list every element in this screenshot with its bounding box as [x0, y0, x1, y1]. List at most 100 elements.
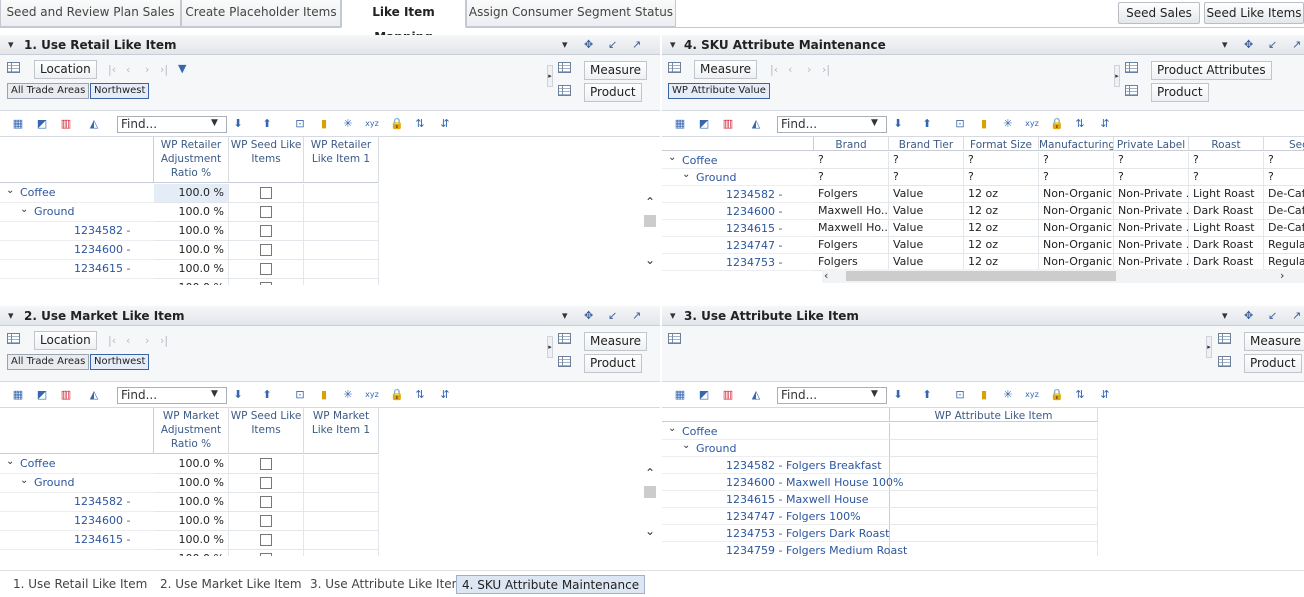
first-page-icon[interactable]: |‹	[108, 334, 116, 347]
sort-icon[interactable]: ⇵	[437, 117, 453, 131]
column-header[interactable]: WP Market Like Item 1	[304, 408, 379, 454]
find-down-icon[interactable]: ⬇	[230, 388, 246, 402]
attribute-cell[interactable]: Maxwell Ho...	[814, 203, 889, 220]
attribute-cell[interactable]: Non-Organic	[1039, 186, 1114, 203]
seed-like-checkbox-cell[interactable]	[229, 222, 304, 241]
splitter-handle[interactable]: ▸	[547, 65, 553, 87]
swap-icon[interactable]: ⇅	[412, 388, 428, 402]
column-header[interactable]: WP Seed Like Items	[229, 137, 304, 183]
attribute-cell[interactable]: ?	[1264, 152, 1304, 169]
find-up-icon[interactable]: ⬆	[259, 388, 275, 402]
find-down-icon[interactable]: ⬇	[230, 117, 246, 131]
column-header[interactable]: Private Label	[1114, 137, 1189, 151]
lock-icon[interactable]: 🔒	[389, 117, 405, 131]
next-icon[interactable]: ›	[807, 63, 811, 76]
swap-icon[interactable]: ⇅	[1072, 117, 1088, 131]
checkbox[interactable]	[260, 244, 272, 256]
column-header[interactable]: WP Retailer Like Item 1	[304, 137, 379, 183]
expand-icon[interactable]: ⌄	[668, 152, 676, 163]
like-item-cell[interactable]	[304, 512, 379, 531]
move-icon[interactable]: ✥	[584, 38, 593, 51]
attribute-cell[interactable]: Non-Organic	[1039, 220, 1114, 237]
like-item-cell[interactable]	[304, 493, 379, 512]
column-header[interactable]: Brand	[814, 137, 889, 151]
collapse-icon[interactable]: ▾	[8, 38, 14, 51]
row-label[interactable]: 1234615 -	[662, 220, 814, 237]
column-header[interactable]: Format Size	[964, 137, 1039, 151]
format-icon[interactable]: xyz	[1024, 388, 1040, 402]
lock-icon[interactable]: 🔒	[1049, 117, 1065, 131]
product-button[interactable]: Product	[1244, 354, 1302, 373]
bottom-tab-retail[interactable]: 1. Use Retail Like Item	[8, 575, 152, 594]
bar-chart-icon[interactable]: ▥	[58, 117, 74, 131]
collapse-icon[interactable]: ▾	[670, 38, 676, 51]
menu-dropdown-icon[interactable]: ▾	[562, 309, 568, 322]
area-chart-icon[interactable]: ◭	[748, 388, 764, 402]
attribute-like-item-cell[interactable]	[890, 542, 1098, 556]
attribute-cell[interactable]: ?	[889, 169, 964, 186]
menu-dropdown-icon[interactable]: ▾	[1222, 309, 1228, 322]
attribute-cell[interactable]: Value	[889, 237, 964, 254]
ratio-cell[interactable]: 100.0 %	[154, 222, 229, 241]
checkbox[interactable]	[260, 187, 272, 199]
find-down-icon[interactable]: ⬇	[890, 117, 906, 131]
attribute-cell[interactable]: Value	[889, 186, 964, 203]
split-icon[interactable]: ✳	[1000, 388, 1016, 402]
column-header[interactable]: WP Retailer Adjustment Ratio %	[154, 137, 229, 183]
attribute-cell[interactable]: 12 oz	[964, 220, 1039, 237]
last-page-icon[interactable]: ›|	[160, 334, 168, 347]
attribute-cell[interactable]: 12 oz	[964, 237, 1039, 254]
bottom-tab-market[interactable]: 2. Use Market Like Item	[155, 575, 307, 594]
attribute-cell[interactable]: Non-Organic	[1039, 237, 1114, 254]
column-header[interactable]: Segr	[1264, 137, 1304, 151]
like-item-cell[interactable]	[304, 455, 379, 474]
expand-icon[interactable]: ⌄	[20, 475, 28, 486]
column-header[interactable]: WP Market Adjustment Ratio %	[154, 408, 229, 454]
tab-like-item-mapping[interactable]: Like Item Mapping	[341, 0, 466, 44]
product-attributes-button[interactable]: Product Attributes	[1151, 61, 1272, 80]
attribute-cell[interactable]: ?	[1189, 152, 1264, 169]
expand-icon[interactable]: ⌄	[6, 456, 14, 467]
ratio-cell[interactable]: 100.0 %	[154, 474, 229, 493]
row-label[interactable]	[0, 279, 154, 285]
row-label[interactable]: 1234747 -	[662, 237, 814, 254]
row-label[interactable]: 1234582 - Folgers Breakfast	[662, 457, 890, 474]
format-icon[interactable]: xyz	[364, 117, 380, 131]
splitter-handle[interactable]: ▸	[1114, 65, 1120, 87]
prev-icon[interactable]: ‹	[788, 63, 792, 76]
find-up-icon[interactable]: ⬆	[259, 117, 275, 131]
chip-attribute-value[interactable]: WP Attribute Value	[668, 83, 770, 99]
seed-like-checkbox-cell[interactable]	[229, 512, 304, 531]
collapse-icon[interactable]: ▾	[8, 309, 14, 322]
row-label[interactable]: Coffee	[0, 455, 154, 474]
column-header[interactable]: WP Attribute Like Item	[890, 408, 1098, 422]
highlight-icon[interactable]: ▮	[976, 117, 992, 131]
attribute-cell[interactable]: ?	[1114, 169, 1189, 186]
maximize-icon[interactable]: ↗	[632, 309, 641, 322]
bottom-tab-attribute[interactable]: 3. Use Attribute Like Item	[305, 575, 468, 594]
attribute-cell[interactable]: Non-Private ...	[1114, 220, 1189, 237]
like-item-cell[interactable]	[304, 279, 379, 285]
find-dropdown-icon[interactable]: ▼	[871, 389, 878, 399]
product-button[interactable]: Product	[584, 354, 642, 373]
find-down-icon[interactable]: ⬇	[890, 388, 906, 402]
like-item-cell[interactable]	[304, 241, 379, 260]
like-item-cell[interactable]	[304, 531, 379, 550]
attribute-cell[interactable]: De-Caf	[1264, 186, 1304, 203]
measure-button[interactable]: Measure	[1244, 332, 1304, 351]
like-item-cell[interactable]	[304, 222, 379, 241]
row-label[interactable]: 1234753 -	[662, 254, 814, 271]
row-label[interactable]: 1234600 -	[662, 203, 814, 220]
expand-icon[interactable]: ⌄	[20, 204, 28, 215]
split-icon[interactable]: ✳	[340, 117, 356, 131]
expand-icon[interactable]: ⌄	[682, 440, 690, 451]
like-item-cell[interactable]	[304, 474, 379, 493]
like-item-cell[interactable]	[304, 203, 379, 222]
format-icon[interactable]: xyz	[1024, 117, 1040, 131]
bar-chart-icon[interactable]: ▥	[58, 388, 74, 402]
attribute-cell[interactable]: Light Roast	[1189, 220, 1264, 237]
attribute-cell[interactable]: ?	[1114, 152, 1189, 169]
row-label[interactable]: Coffee	[662, 423, 890, 440]
row-label[interactable]	[0, 550, 154, 556]
ratio-cell[interactable]: 100.0 %	[154, 279, 229, 285]
